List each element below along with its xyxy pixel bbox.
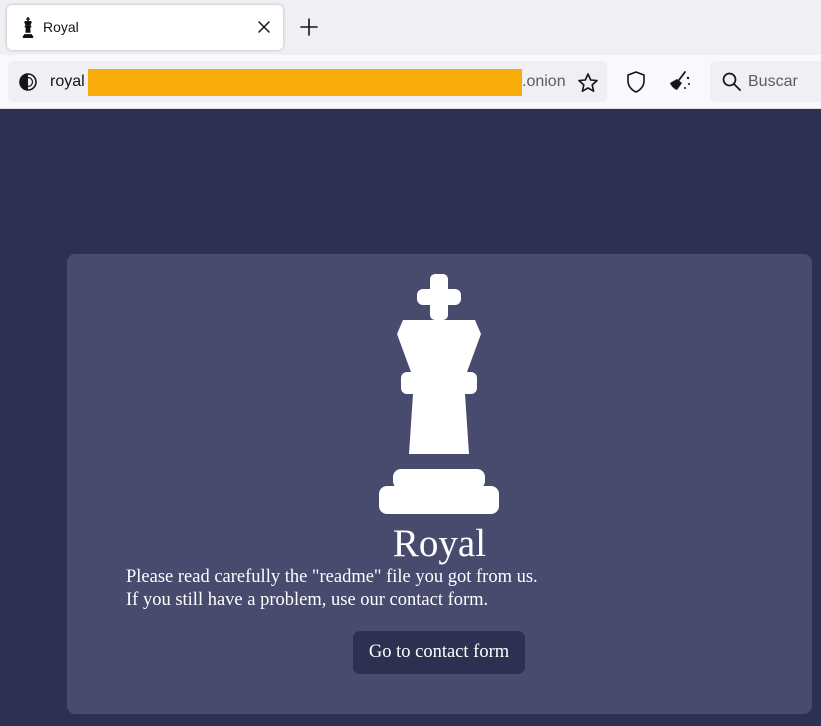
message-card: Royal Please read carefully the "readme"… bbox=[67, 254, 812, 714]
close-icon[interactable] bbox=[256, 19, 272, 35]
search-icon bbox=[722, 72, 741, 91]
url-redaction bbox=[88, 69, 522, 96]
url-prefix: royal bbox=[50, 73, 85, 90]
tab-royal[interactable]: Royal bbox=[7, 5, 283, 50]
instructions-text: Please read carefully the "readme" file … bbox=[126, 566, 538, 612]
address-bar[interactable]: royal .onion bbox=[8, 61, 607, 102]
instructions-line-2: If you still have a problem, use our con… bbox=[126, 590, 489, 610]
broom-icon[interactable] bbox=[668, 69, 692, 93]
contact-form-button[interactable]: Go to contact form bbox=[353, 631, 525, 674]
url-suffix: .onion bbox=[522, 73, 566, 90]
chess-king-icon bbox=[379, 274, 499, 514]
instructions-line-1: Please read carefully the "readme" file … bbox=[126, 567, 538, 587]
navigation-toolbar: royal .onion Buscar bbox=[0, 55, 821, 109]
search-input[interactable]: Buscar bbox=[748, 73, 798, 91]
plus-icon[interactable] bbox=[300, 18, 318, 36]
page-title: Royal bbox=[392, 522, 487, 565]
chess-king-icon bbox=[22, 17, 34, 38]
search-bar[interactable]: Buscar bbox=[710, 61, 821, 102]
shield-icon[interactable] bbox=[626, 71, 646, 93]
tab-strip: Royal bbox=[0, 0, 821, 55]
star-icon[interactable] bbox=[577, 72, 599, 94]
tab-title: Royal bbox=[43, 19, 79, 35]
onion-icon[interactable] bbox=[19, 73, 37, 91]
